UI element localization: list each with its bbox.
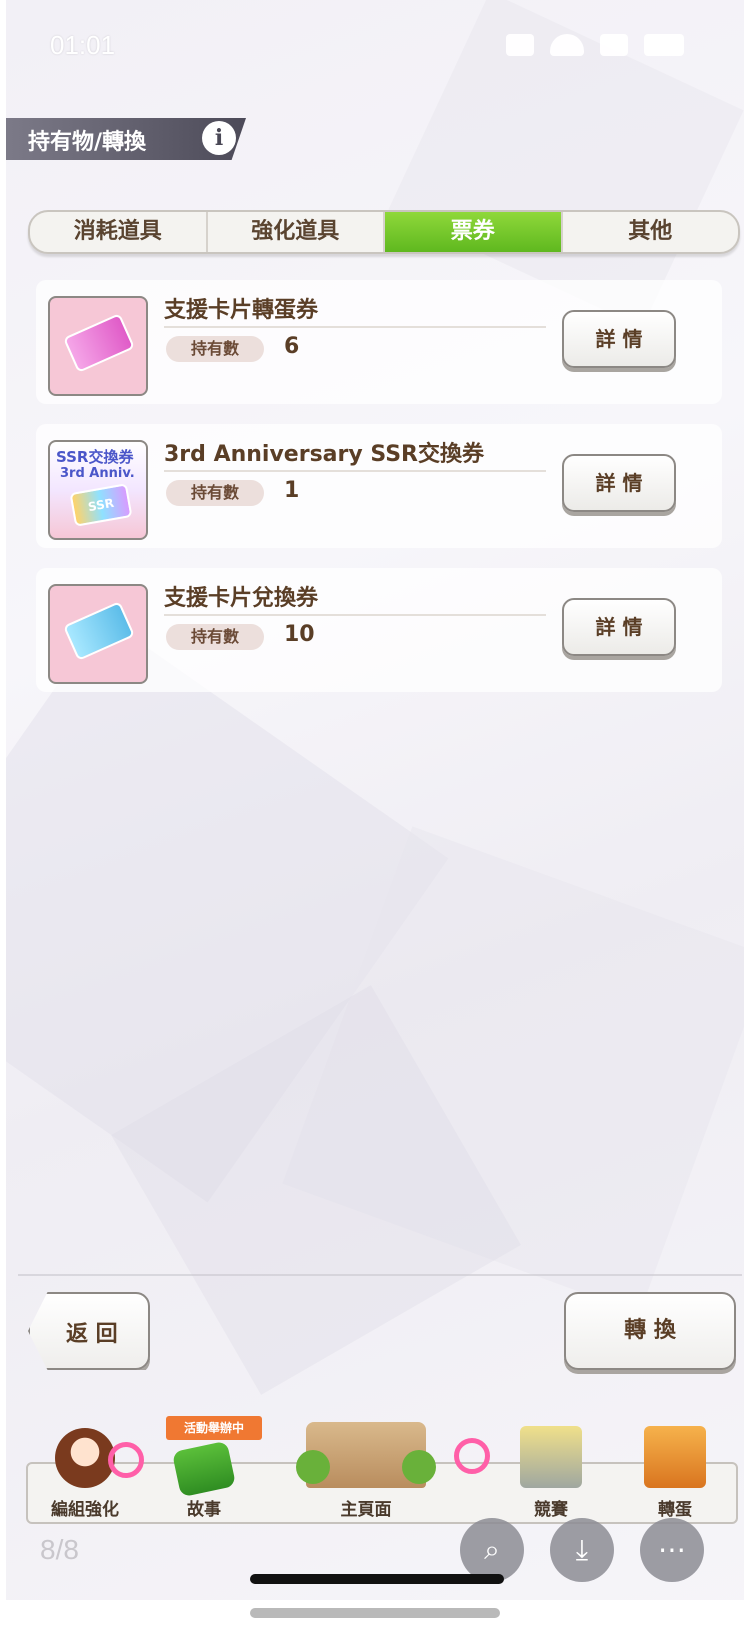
pink-ticket-icon	[62, 313, 136, 373]
list-item: SSR交換券 3rd Anniv. SSR 3rd Anniversary SS…	[36, 424, 722, 548]
item-name: 支援卡片兌換券	[164, 586, 319, 611]
battery-icon	[644, 34, 684, 56]
bottom-nav: 編組強化 故事 活動舉辦中 主頁面 競賽 轉蛋	[26, 1416, 738, 1524]
lens-search-icon: ⌕	[484, 1533, 500, 1566]
nav-item-race[interactable]: 競賽	[490, 1418, 612, 1524]
divider	[164, 470, 546, 472]
item-thumbnail	[48, 296, 148, 396]
list-item: 支援卡片轉蛋券 持有數 6 詳 情	[36, 280, 722, 404]
notification-ring-icon	[108, 1442, 144, 1478]
status-time: 01:01	[50, 30, 116, 60]
home-indicator	[250, 1574, 504, 1584]
tab-enhancement[interactable]: 強化道具	[208, 212, 385, 252]
nav-item-team[interactable]: 編組強化	[26, 1418, 144, 1524]
item-list: 支援卡片轉蛋券 持有數 6 詳 情 SSR交換券 3rd Anniv. SSR …	[36, 280, 722, 712]
nav-label: 主頁面	[340, 1500, 392, 1520]
nav-item-home[interactable]: 主頁面	[266, 1418, 466, 1524]
tab-consumables[interactable]: 消耗道具	[30, 212, 208, 252]
ssr-icon-subtext: 3rd Anniv.	[60, 466, 135, 481]
owned-count: 6	[284, 334, 300, 359]
nav-label: 轉蛋	[658, 1500, 692, 1520]
ssr-exchange-ticket-icon: SSR交換券 3rd Anniv. SSR	[48, 440, 148, 540]
detail-button[interactable]: 詳 情	[562, 310, 676, 368]
page-indicator: 8/8	[40, 1534, 79, 1565]
info-icon[interactable]: i	[202, 121, 236, 155]
nav-item-gacha[interactable]: 轉蛋	[616, 1418, 734, 1524]
download-button[interactable]: ⤓	[550, 1518, 614, 1582]
lens-search-button[interactable]: ⌕	[460, 1518, 524, 1582]
gacha-door-icon	[644, 1426, 706, 1488]
vibrate-icon	[506, 34, 534, 56]
tab-tickets[interactable]: 票券	[385, 212, 563, 252]
divider	[164, 614, 546, 616]
event-badge: 活動舉辦中	[166, 1416, 262, 1440]
owned-label: 持有數	[166, 480, 264, 506]
item-name: 3rd Anniversary SSR交換券	[164, 442, 484, 467]
detail-button[interactable]: 詳 情	[562, 454, 676, 512]
owned-count: 10	[284, 622, 315, 647]
wifi-icon	[550, 34, 584, 56]
item-thumbnail	[48, 584, 148, 684]
owned-label: 持有數	[166, 336, 264, 362]
back-button-label: 返 回	[66, 1322, 118, 1347]
tree-icon	[296, 1450, 330, 1484]
tab-others[interactable]: 其他	[563, 212, 739, 252]
detail-button[interactable]: 詳 情	[562, 598, 676, 656]
nav-label: 編組強化	[51, 1500, 119, 1520]
item-name: 支援卡片轉蛋券	[164, 298, 319, 323]
page-header: 持有物/轉換 i	[6, 118, 246, 160]
divider	[164, 326, 546, 328]
ssr-badge: SSR	[69, 483, 133, 527]
nav-label: 故事	[187, 1500, 221, 1520]
category-tabs: 消耗道具 強化道具 票券 其他	[28, 210, 740, 254]
owned-count: 1	[284, 478, 300, 503]
system-gesture-bar	[250, 1608, 500, 1618]
page-title: 持有物/轉換	[28, 130, 147, 155]
convert-button[interactable]: 轉 換	[564, 1292, 736, 1370]
nav-label: 競賽	[534, 1500, 568, 1520]
list-item: 支援卡片兌換券 持有數 10 詳 情	[36, 568, 722, 692]
back-button[interactable]: 返 回	[28, 1292, 150, 1370]
notification-ring-icon	[454, 1438, 490, 1474]
ssr-icon-text: SSR交換券	[56, 448, 134, 466]
status-icons	[506, 34, 684, 56]
blue-ticket-icon	[62, 601, 136, 661]
app-screen: 01:01 持有物/轉換 i 消耗道具 強化道具 票券 其他 支援卡片轉蛋券 持…	[6, 0, 744, 1633]
download-icon: ⤓	[575, 1533, 589, 1566]
story-book-icon	[171, 1440, 237, 1498]
owned-label: 持有數	[166, 624, 264, 650]
signal-icon	[600, 34, 628, 56]
more-icon: ⋯	[658, 1533, 686, 1566]
race-gate-icon	[520, 1426, 582, 1488]
tree-icon	[402, 1450, 436, 1484]
more-button[interactable]: ⋯	[640, 1518, 704, 1582]
character-icon	[55, 1428, 115, 1488]
panel-divider	[18, 1274, 742, 1276]
status-bar: 01:01	[6, 0, 744, 80]
